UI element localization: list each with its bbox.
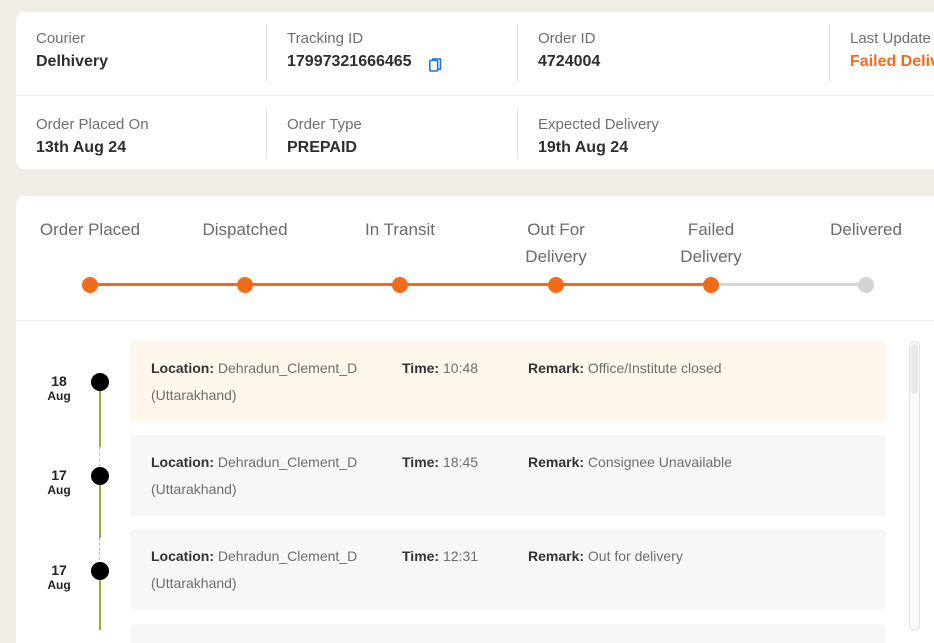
- step-dot-delivered: [858, 277, 874, 293]
- event-date: 17 Aug: [42, 562, 76, 592]
- time-key: Time:: [402, 548, 440, 564]
- order-type-field: Order Type PREPAID: [266, 108, 517, 158]
- order-type-value: PREPAID: [287, 139, 357, 156]
- tracking-event-row: Location: Dehradun_Clement_D (Uttarakhan…: [130, 435, 886, 516]
- remark-key: Remark:: [528, 454, 585, 470]
- summary-row-2: Order Placed On 13th Aug 24 Order Type P…: [16, 96, 934, 169]
- tracking-event-row: Location: Dehradun_Clement_D (Uttarakhan…: [130, 529, 886, 610]
- event-time: Time: 10:48: [402, 355, 478, 382]
- event-location: Location: Dehradun_Clement_D (Uttarakhan…: [151, 543, 381, 597]
- event-month: Aug: [47, 578, 71, 592]
- event-remark: Remark: Out for delivery: [528, 543, 683, 570]
- timeline-dot: [91, 467, 109, 485]
- last-update-field: Last Update Failed Deliv: [829, 24, 934, 82]
- tracking-id-value: 17997321666465: [287, 53, 442, 72]
- event-month: Aug: [47, 483, 71, 497]
- order-id-label: Order ID: [538, 30, 596, 47]
- event-remark: Remark: Consignee Unavailable: [528, 449, 732, 476]
- event-location: Location: Dehradun_Clement_D (Uttarakhan…: [151, 355, 381, 409]
- event-month: Aug: [47, 389, 71, 403]
- order-placed-field: Order Placed On 13th Aug 24: [16, 96, 266, 169]
- step-label-order-placed: Order Placed: [39, 220, 141, 239]
- remark-value: Consignee Unavailable: [587, 454, 732, 470]
- expected-delivery-field: Expected Delivery 19th Aug 24: [517, 108, 829, 158]
- tracking-events-list[interactable]: 18 Aug Location: Dehradun_Clement_D (Utt…: [16, 322, 934, 643]
- event-day: 18: [51, 373, 67, 389]
- step-label-failed-delivery: Failed Delivery: [680, 220, 742, 266]
- step-dot-failed-delivery: [703, 277, 719, 293]
- step-label-delivered: Delivered: [830, 220, 902, 239]
- timeline-connector: [99, 382, 101, 447]
- step-dot-order-placed: [82, 277, 98, 293]
- tracking-event-row: Location: Dehradun_Clement_D (Uttarakhan…: [130, 341, 886, 422]
- last-update-label: Last Update: [850, 30, 931, 47]
- step-label-out-for-delivery: Out For Delivery: [525, 220, 587, 266]
- event-day: 17: [51, 467, 67, 483]
- progress-line-pending: [711, 283, 866, 286]
- tracking-progress-card: Order Placed Dispatched In Transit Out F…: [16, 196, 934, 643]
- tracking-id-label: Tracking ID: [287, 30, 364, 47]
- expected-delivery-label: Expected Delivery: [538, 116, 659, 133]
- progress-stepper: Order Placed Dispatched In Transit Out F…: [16, 196, 934, 321]
- timeline-dot: [91, 562, 109, 580]
- timeline-connector-dashed: [99, 447, 100, 467]
- timeline-connector-dashed: [99, 538, 100, 560]
- event-date: 18 Aug: [42, 373, 76, 403]
- order-placed-label: Order Placed On: [36, 116, 149, 133]
- last-update-value: Failed Deliv: [850, 53, 934, 70]
- event-time: Time: 18:45: [402, 449, 478, 476]
- order-id-value: 4724004: [538, 53, 601, 70]
- step-label-dispatched: Dispatched: [202, 220, 288, 239]
- events-scrollbar[interactable]: [909, 341, 920, 631]
- time-key: Time:: [402, 454, 440, 470]
- event-location: Location: Dehradun_Clement_D (Uttarakhan…: [151, 449, 381, 503]
- step-label-in-transit: In Transit: [365, 220, 435, 239]
- remark-value: Office/Institute closed: [587, 360, 722, 376]
- expected-delivery-value: 19th Aug 24: [538, 139, 629, 156]
- time-value: 18:45: [442, 454, 479, 470]
- event-day: 17: [51, 562, 67, 578]
- timeline-connector: [99, 476, 101, 538]
- tracking-id-field: Tracking ID 17997321666465: [266, 24, 517, 82]
- time-key: Time:: [402, 360, 440, 376]
- event-date: 17 Aug: [42, 467, 76, 497]
- step-dot-out-for-delivery: [548, 277, 564, 293]
- time-value: 12:31: [442, 548, 479, 564]
- order-id-field: Order ID 4724004: [517, 24, 829, 82]
- summary-row-1: Courier Delhivery Tracking ID 1799732166…: [16, 12, 934, 96]
- remark-key: Remark:: [528, 548, 585, 564]
- tracking-id-text: 17997321666465: [287, 53, 412, 70]
- courier-value: Delhivery: [36, 53, 109, 70]
- time-value: 10:48: [442, 360, 479, 376]
- location-key: Location:: [151, 548, 214, 564]
- order-placed-value: 13th Aug 24: [36, 139, 127, 156]
- shipment-summary-card: Courier Delhivery Tracking ID 1799732166…: [16, 12, 934, 169]
- scrollbar-thumb[interactable]: [911, 344, 918, 394]
- timeline-dot: [91, 373, 109, 391]
- courier-field: Courier Delhivery: [16, 12, 266, 95]
- courier-label: Courier: [36, 30, 86, 47]
- step-dot-in-transit: [392, 277, 408, 293]
- event-remark: Remark: Office/Institute closed: [528, 355, 722, 382]
- step-dot-dispatched: [237, 277, 253, 293]
- location-key: Location:: [151, 454, 214, 470]
- event-time: Time: 12:31: [402, 543, 478, 570]
- remark-key: Remark:: [528, 360, 585, 376]
- copy-icon[interactable]: [427, 56, 444, 74]
- order-type-label: Order Type: [287, 116, 362, 133]
- tracking-event-row-partial: [130, 624, 886, 643]
- location-key: Location:: [151, 360, 214, 376]
- remark-value: Out for delivery: [587, 548, 683, 564]
